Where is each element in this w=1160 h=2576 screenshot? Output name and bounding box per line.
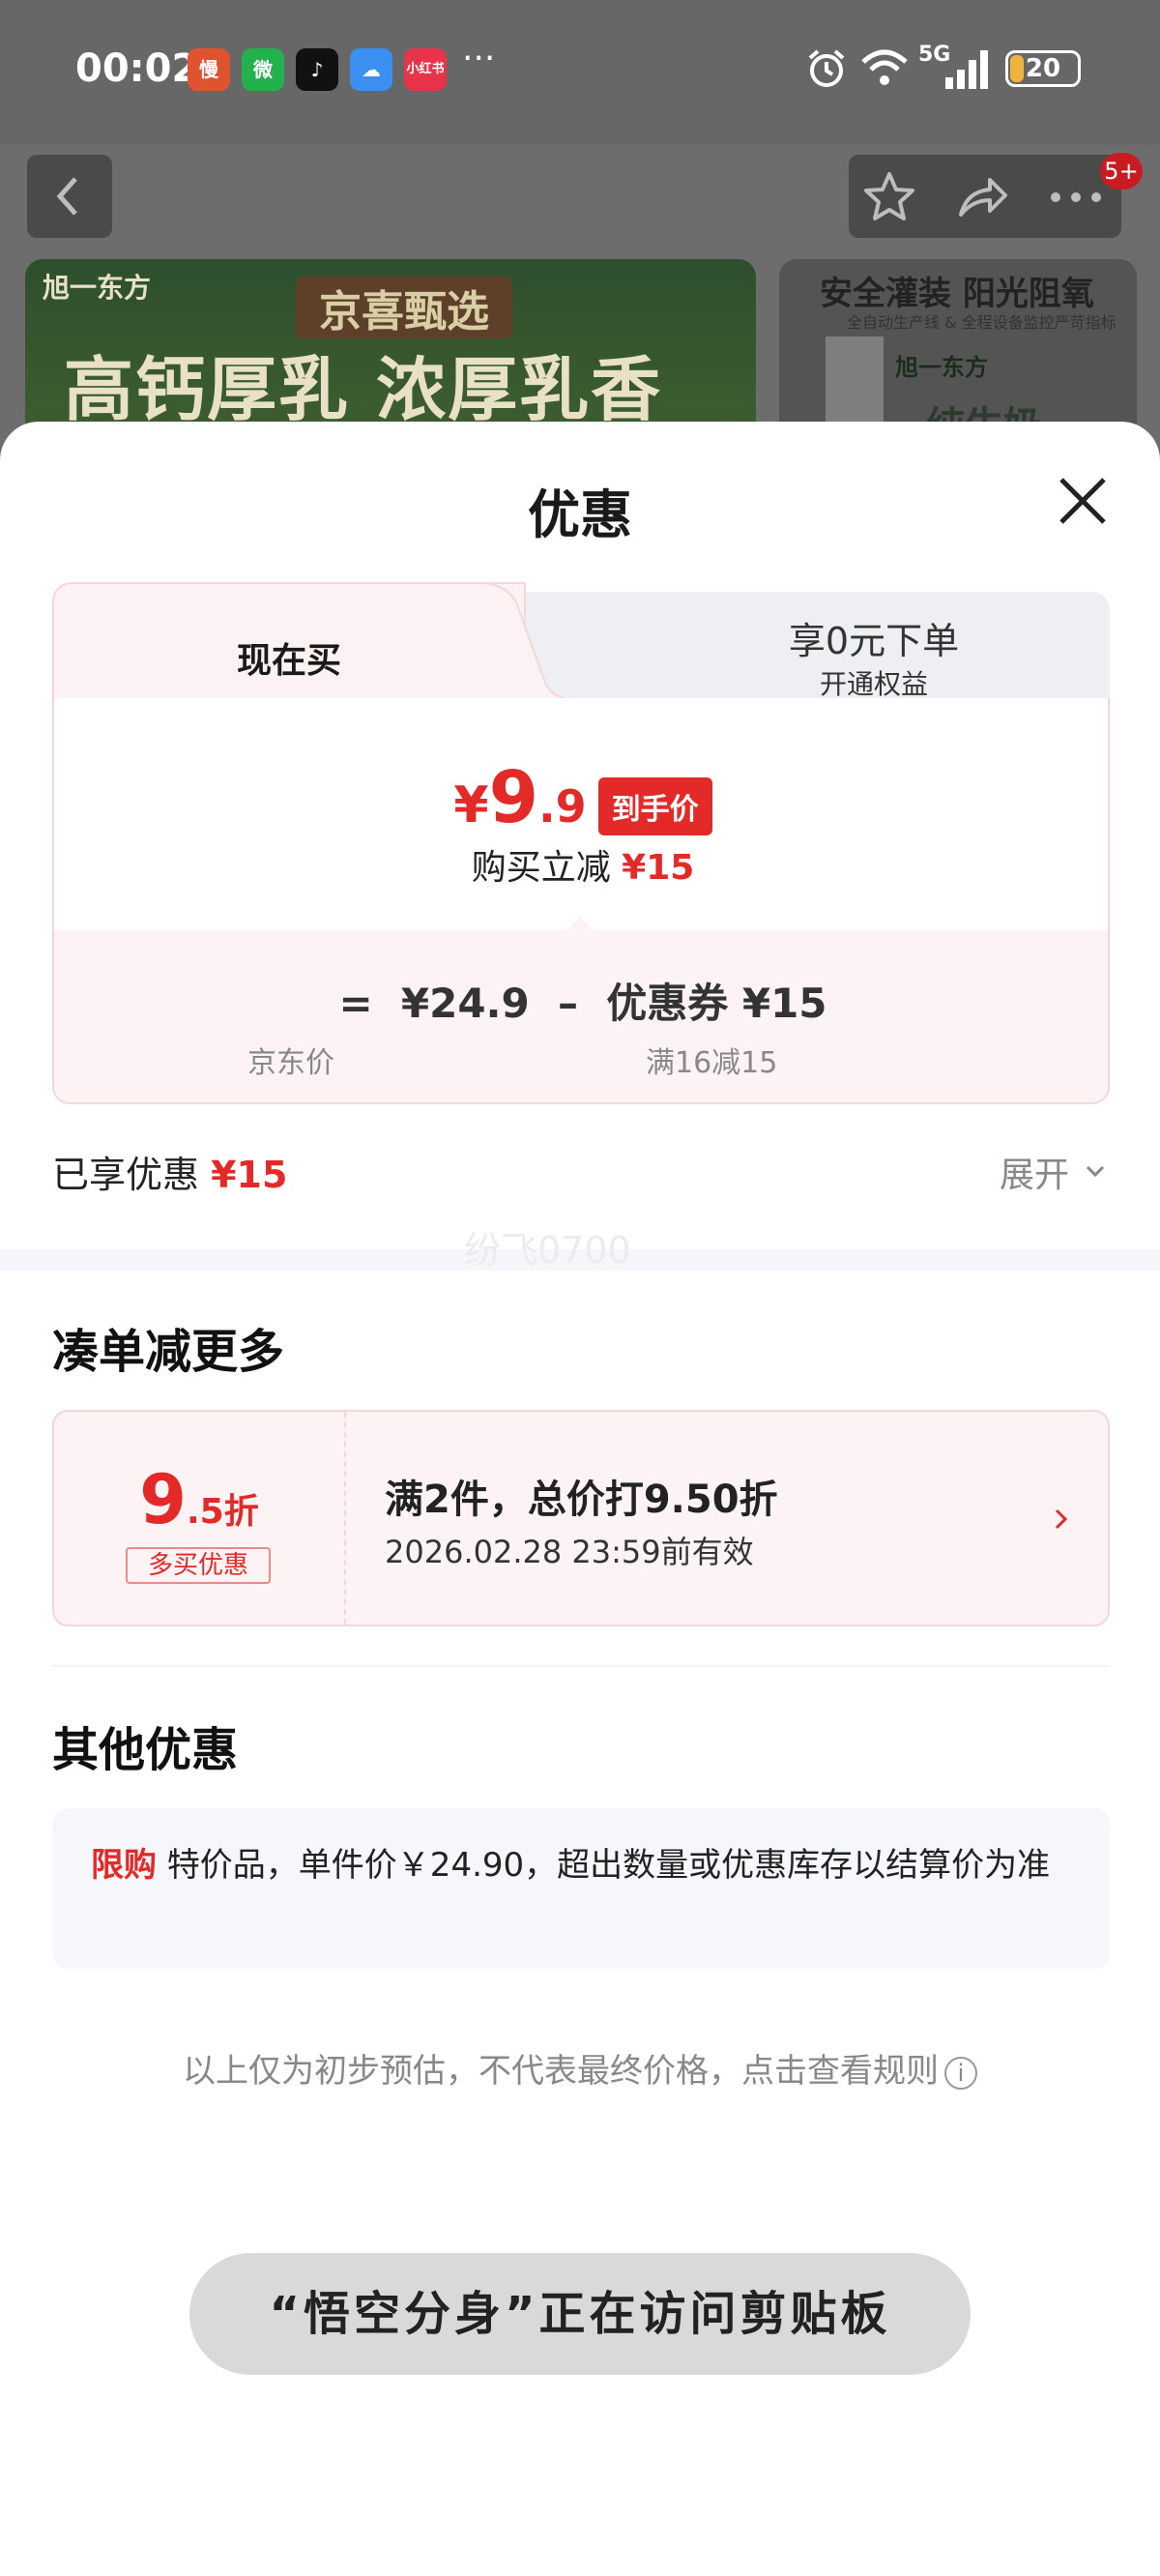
price-disclaimer[interactable]: 以上仅为初步预估，不代表最终价格，点击查看规则 i [0,2044,1160,2092]
close-icon[interactable] [1056,474,1110,528]
instant-reduction-label: 购买立减 [471,848,611,888]
limit-tag: 限购 [91,1846,157,1885]
wifi-icon [861,49,908,85]
disclaimer-text: 以上仅为初步预估，不代表最终价格，点击查看规则 [183,2052,939,2091]
more-icon[interactable] [1042,168,1110,226]
thin-divider [52,1665,1110,1667]
tab-zero-yuan-sublabel: 开通权益 [819,668,928,700]
banner-secondary-title: 安全灌装 阳光阻氧 [820,275,1094,313]
alarm-icon [808,49,845,87]
promo-expiry: 2026.02.28 23:59前有效 [385,1534,754,1570]
banner-secondary-subtitle: 全自动生产线 & 全程设备监控严苛指标 [847,313,1116,332]
watermark: 纷飞0700 [464,1229,631,1272]
jd-price-label: 京东价 [247,1046,334,1080]
promo-discount: 9.5折 [54,1460,344,1539]
xiaohongshu-icon: 小红书 [404,48,447,91]
tiktok-icon: ♪ [296,48,338,91]
expand-button[interactable]: 展开 [1000,1147,1069,1197]
purchase-tabs: 享0元下单 开通权益 现在买 [52,582,1110,702]
chevron-right-icon[interactable] [1050,1505,1073,1534]
sheet-title: 优惠 [528,484,632,545]
battery-icon: 20 [1005,50,1081,87]
message-count-badge: 5+ [1100,153,1143,190]
section-title-other: 其他优惠 [52,1723,239,1777]
tab-buy-now-label: 现在买 [236,641,341,681]
app-man-icon: 慢 [188,48,230,91]
coupon-condition-label: 满16减15 [646,1046,778,1080]
limit-description: 特价品，单件价￥24.90，超出数量或优惠库存以结算价为准 [166,1846,1051,1885]
favorite-star-icon[interactable] [860,168,918,226]
other-discount-card: 限购 特价品，单件价￥24.90，超出数量或优惠库存以结算价为准 [52,1808,1110,1969]
other-discount-text: 限购 特价品，单件价￥24.90，超出数量或优惠库存以结算价为准 [91,1843,1067,1888]
chevron-down-icon[interactable] [1085,1160,1106,1182]
instant-reduction: 购买立减 ¥15 [54,839,1108,890]
info-icon[interactable]: i [944,2056,977,2090]
promo-discount-dec: .5折 [186,1492,259,1532]
banner-secondary-brand: 旭一东方 [895,354,988,381]
promo-description: 满2件，总价打9.50折 [385,1478,778,1522]
chevron-left-icon [56,177,77,216]
price-card: ¥9.9 到手价 购买立减 ¥15 = ¥24.9 – 优惠券 ¥15 京东价 满… [52,698,1110,1104]
multi-buy-promo[interactable]: 9.5折 多买优惠 满2件，总价打9.50折 2026.02.28 23:59前… [52,1410,1110,1626]
price-integer: 9 [488,756,539,839]
weather-icon: ☁ [350,48,392,91]
back-button[interactable] [27,155,112,238]
wechat-icon: 微 [242,48,284,91]
price-decimal: .9 [538,780,587,833]
currency-symbol: ¥ [453,776,489,834]
enjoyed-discount-value: ¥15 [211,1154,288,1196]
banner-headline: 高钙厚乳 浓厚乳香 [64,349,663,430]
enjoyed-discount-label: 已享优惠 [52,1154,200,1196]
status-time: 00:02 [75,46,199,91]
clipboard-toast: “悟空分身”正在访问剪贴板 [189,2253,971,2375]
section-title-more: 凑单减更多 [52,1325,285,1379]
banner-subtitle: 京喜甄选 [296,277,512,338]
share-icon[interactable] [953,168,1011,226]
top-actions [849,155,1121,238]
signal-icon [945,50,988,89]
brand-logo: 旭一东方 [43,272,152,304]
final-price-tag: 到手价 [597,776,712,835]
tab-zero-yuan-label[interactable]: 享0元下单 [594,611,1154,664]
battery-level: 20 [1025,54,1061,83]
promo-discount-int: 9 [139,1460,187,1539]
enjoyed-discount: 已享优惠 ¥15 [52,1145,287,1198]
promo-tag: 多买优惠 [126,1547,271,1584]
final-price: ¥9.9 到手价 [54,756,1108,847]
instant-reduction-value: ¥15 [622,848,695,888]
price-formula: = ¥24.9 – 优惠券 ¥15 [338,980,827,1027]
more-notifications-icon: ··· [462,39,496,78]
